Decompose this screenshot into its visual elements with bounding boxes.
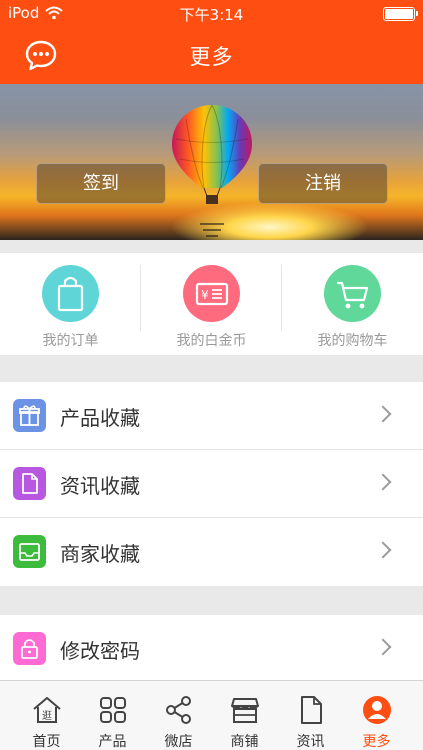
menu-item-label: 修改密码	[60, 639, 140, 663]
shortcut-label: 我的白金币	[176, 333, 247, 349]
bag-icon	[42, 265, 99, 322]
settings-list: 修改密码	[0, 615, 423, 683]
inbox-icon	[13, 535, 46, 568]
tab-home[interactable]: 逛 首页	[14, 681, 79, 750]
svg-text:逛: 逛	[42, 709, 52, 722]
shortcut-my-orders[interactable]: 我的订单	[0, 253, 141, 355]
shortcut-my-coins[interactable]: ¥ 我的白金币	[141, 253, 282, 355]
page-title: 更多	[189, 45, 234, 69]
favorites-list: 产品收藏 资讯收藏 商家收藏	[0, 382, 423, 586]
tab-label: 微店	[164, 734, 193, 750]
chevron-right-icon	[374, 405, 392, 423]
battery-icon	[383, 7, 418, 21]
shortcut-panel: 我的订单 ¥ 我的白金币 我的购物车	[0, 253, 423, 355]
tab-products[interactable]: 产品	[80, 681, 145, 750]
shortcut-label: 我的购物车	[317, 333, 388, 349]
svg-text:¥: ¥	[201, 288, 209, 302]
shortcut-my-cart[interactable]: 我的购物车	[282, 253, 423, 355]
banner: 签到 注销	[0, 84, 423, 240]
tab-micro-store[interactable]: 微店	[146, 681, 211, 750]
menu-item-merchant-favorites[interactable]: 商家收藏	[0, 518, 423, 586]
menu-item-label: 资讯收藏	[60, 474, 140, 498]
logout-button[interactable]: 注销	[258, 163, 388, 204]
tab-shops[interactable]: 商铺	[212, 681, 277, 750]
coin-card-icon: ¥	[183, 265, 240, 322]
tab-label: 资讯	[296, 734, 325, 750]
menu-item-product-favorites[interactable]: 产品收藏	[0, 382, 423, 450]
tab-label: 更多	[362, 734, 391, 750]
menu-item-label: 商家收藏	[60, 542, 140, 566]
tab-label: 产品	[98, 734, 127, 750]
document-icon	[13, 467, 46, 500]
grid-icon	[100, 697, 126, 723]
tab-label: 商铺	[230, 734, 259, 750]
tab-more[interactable]: 更多	[344, 681, 409, 750]
tab-label: 首页	[32, 734, 61, 750]
shop-icon	[231, 698, 259, 723]
gift-icon	[13, 399, 46, 432]
shortcut-label: 我的订单	[42, 333, 99, 349]
menu-item-label: 产品收藏	[60, 406, 140, 430]
chevron-right-icon	[374, 541, 392, 559]
chevron-right-icon	[374, 638, 392, 656]
document-icon	[301, 696, 322, 724]
signin-button[interactable]: 签到	[36, 163, 166, 204]
user-icon	[363, 696, 391, 724]
lock-icon	[13, 632, 46, 665]
menu-item-change-password[interactable]: 修改密码	[0, 615, 423, 683]
status-bar: iPod 下午3:14	[0, 0, 423, 28]
status-time: 下午3:14	[179, 6, 244, 24]
home-icon: 逛	[33, 697, 61, 723]
chevron-right-icon	[374, 473, 392, 491]
share-icon	[166, 696, 191, 724]
tab-news[interactable]: 资讯	[278, 681, 343, 750]
menu-item-news-favorites[interactable]: 资讯收藏	[0, 450, 423, 518]
hot-air-balloon-image	[172, 104, 252, 237]
nav-bar: 更多	[0, 28, 423, 84]
cart-icon	[324, 265, 381, 322]
tab-bar: 逛 首页 产品 微店 商铺 资讯 更多	[0, 680, 423, 750]
